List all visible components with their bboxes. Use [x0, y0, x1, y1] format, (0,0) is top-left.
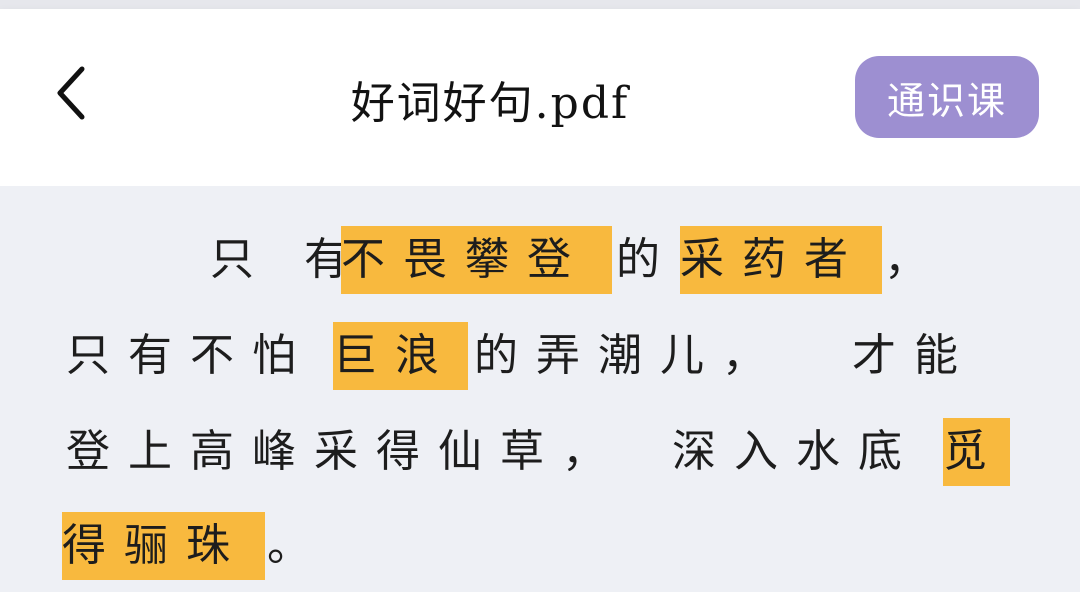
- text-segment: 。: [267, 520, 311, 571]
- course-button[interactable]: 通识课: [855, 56, 1039, 138]
- text-line-4: 得骊珠 。: [0, 512, 1080, 580]
- status-strip: [0, 0, 1080, 9]
- highlighted-text: 得骊珠: [62, 512, 265, 580]
- highlighted-text: 采药者: [680, 226, 882, 294]
- highlighted-text: 巨浪: [333, 322, 468, 390]
- text-line-1: 只 有 不畏攀登 的 采药者 ，: [0, 226, 1080, 294]
- highlighted-text: 不畏攀登: [341, 226, 612, 294]
- text-segment: 才能: [852, 330, 976, 381]
- text-line-2: 只有不怕 巨浪 的弄潮儿， 才能: [0, 322, 1080, 390]
- back-button[interactable]: [44, 61, 100, 125]
- page-title: 好词好句.pdf: [350, 78, 630, 129]
- text-segment: ，: [884, 234, 928, 285]
- text-segment: 深入水底: [672, 426, 920, 477]
- top-bar: 好词好句.pdf 通识课: [0, 9, 1080, 186]
- text-segment: 只有不怕: [66, 330, 314, 381]
- screen: 好词好句.pdf 通识课 只 有 不畏攀登 的 采药者 ， 只有不怕 巨浪 的弄…: [0, 0, 1080, 592]
- text-segment: 的弄潮儿，: [474, 330, 784, 381]
- document-content: 只 有 不畏攀登 的 采药者 ， 只有不怕 巨浪 的弄潮儿， 才能 登上高峰采得…: [0, 186, 1080, 592]
- text-segment: 的: [616, 234, 678, 285]
- chevron-left-icon: [57, 66, 85, 120]
- text-line-3: 登上高峰采得仙草， 深入水底 觅: [0, 418, 1080, 486]
- highlighted-text: 觅: [943, 418, 1010, 486]
- text-segment: 登上高峰采得仙草，: [66, 426, 624, 477]
